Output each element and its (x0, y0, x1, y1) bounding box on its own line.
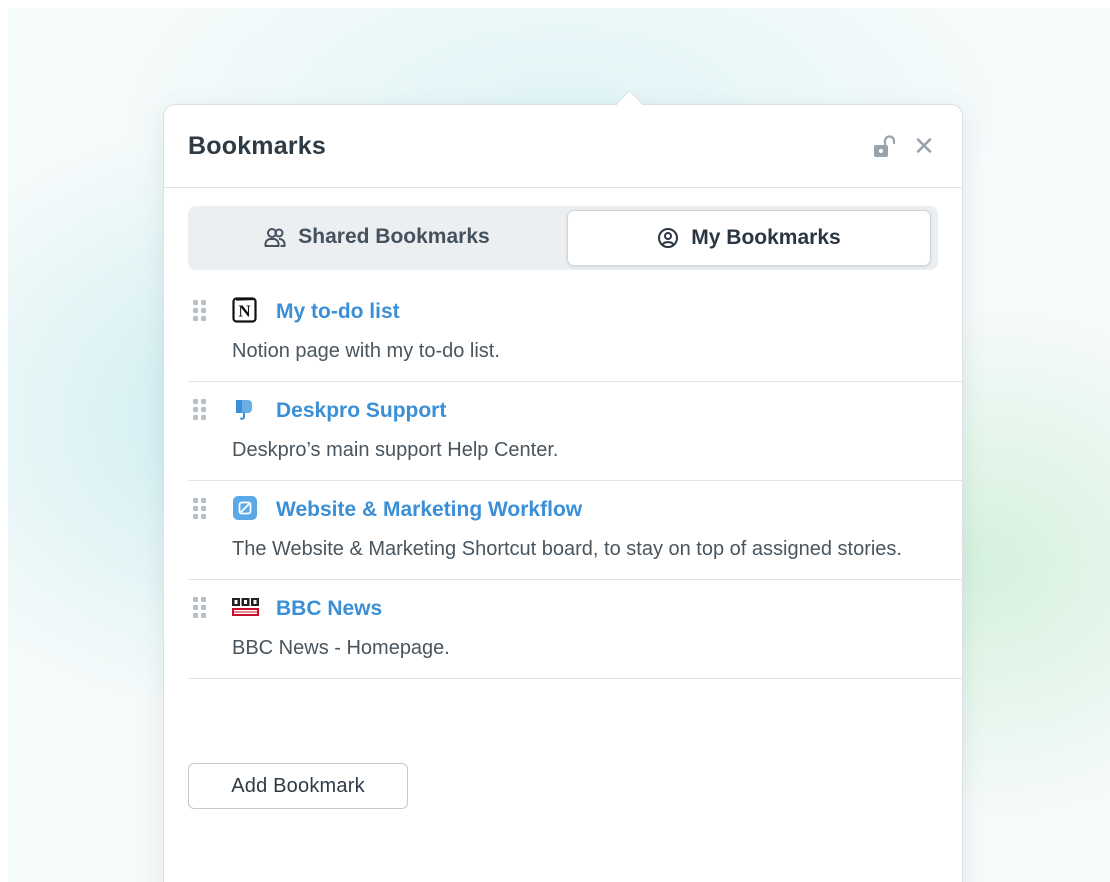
users-icon (264, 226, 286, 248)
list-item: N My to-do list Notion page with my to-d… (188, 283, 962, 382)
bookmark-description: BBC News - Homepage. (232, 637, 450, 659)
close-icon[interactable]: ✕ (912, 133, 936, 159)
bookmark-list: N My to-do list Notion page with my to-d… (188, 283, 962, 679)
bbc-news-icon (232, 594, 259, 620)
shortcut-icon (232, 495, 258, 521)
tab-my-label: My Bookmarks (691, 226, 841, 249)
notion-icon: N (232, 297, 258, 323)
tab-my-bookmarks[interactable]: My Bookmarks (567, 210, 931, 266)
left-edge (0, 0, 8, 882)
bookmark-description: Deskpro’s main support Help Center. (232, 439, 559, 461)
drag-handle-icon[interactable] (193, 597, 207, 619)
deskpro-icon (232, 396, 258, 422)
add-bookmark-button[interactable]: Add Bookmark (188, 763, 408, 809)
panel-header: Bookmarks ✕ (164, 105, 962, 188)
top-edge (0, 0, 1110, 8)
bookmark-description: Notion page with my to-do list. (232, 340, 500, 362)
bookmarks-panel: Bookmarks ✕ Shared Bookmarks My Bookmark… (163, 104, 963, 882)
drag-handle-icon[interactable] (193, 498, 207, 520)
tab-shared-label: Shared Bookmarks (298, 225, 490, 248)
bookmark-title[interactable]: Website & Marketing Workflow (276, 495, 582, 525)
panel-title: Bookmarks (188, 132, 326, 160)
bookmark-title[interactable]: BBC News (276, 594, 382, 624)
svg-text:N: N (238, 302, 251, 321)
list-item: Deskpro Support Deskpro’s main support H… (188, 382, 962, 481)
bookmark-title[interactable]: My to-do list (276, 297, 400, 327)
bookmark-description: The Website & Marketing Shortcut board, … (232, 538, 902, 560)
user-circle-icon (657, 227, 679, 249)
bookmark-tabs: Shared Bookmarks My Bookmarks (188, 206, 938, 270)
drag-handle-icon[interactable] (193, 300, 207, 322)
list-item: BBC News BBC News - Homepage. (188, 580, 962, 679)
list-item: Website & Marketing Workflow The Website… (188, 481, 962, 580)
drag-handle-icon[interactable] (193, 399, 207, 421)
bookmark-title[interactable]: Deskpro Support (276, 396, 446, 426)
unlock-icon[interactable] (872, 135, 898, 159)
tab-shared-bookmarks[interactable]: Shared Bookmarks (192, 210, 562, 264)
